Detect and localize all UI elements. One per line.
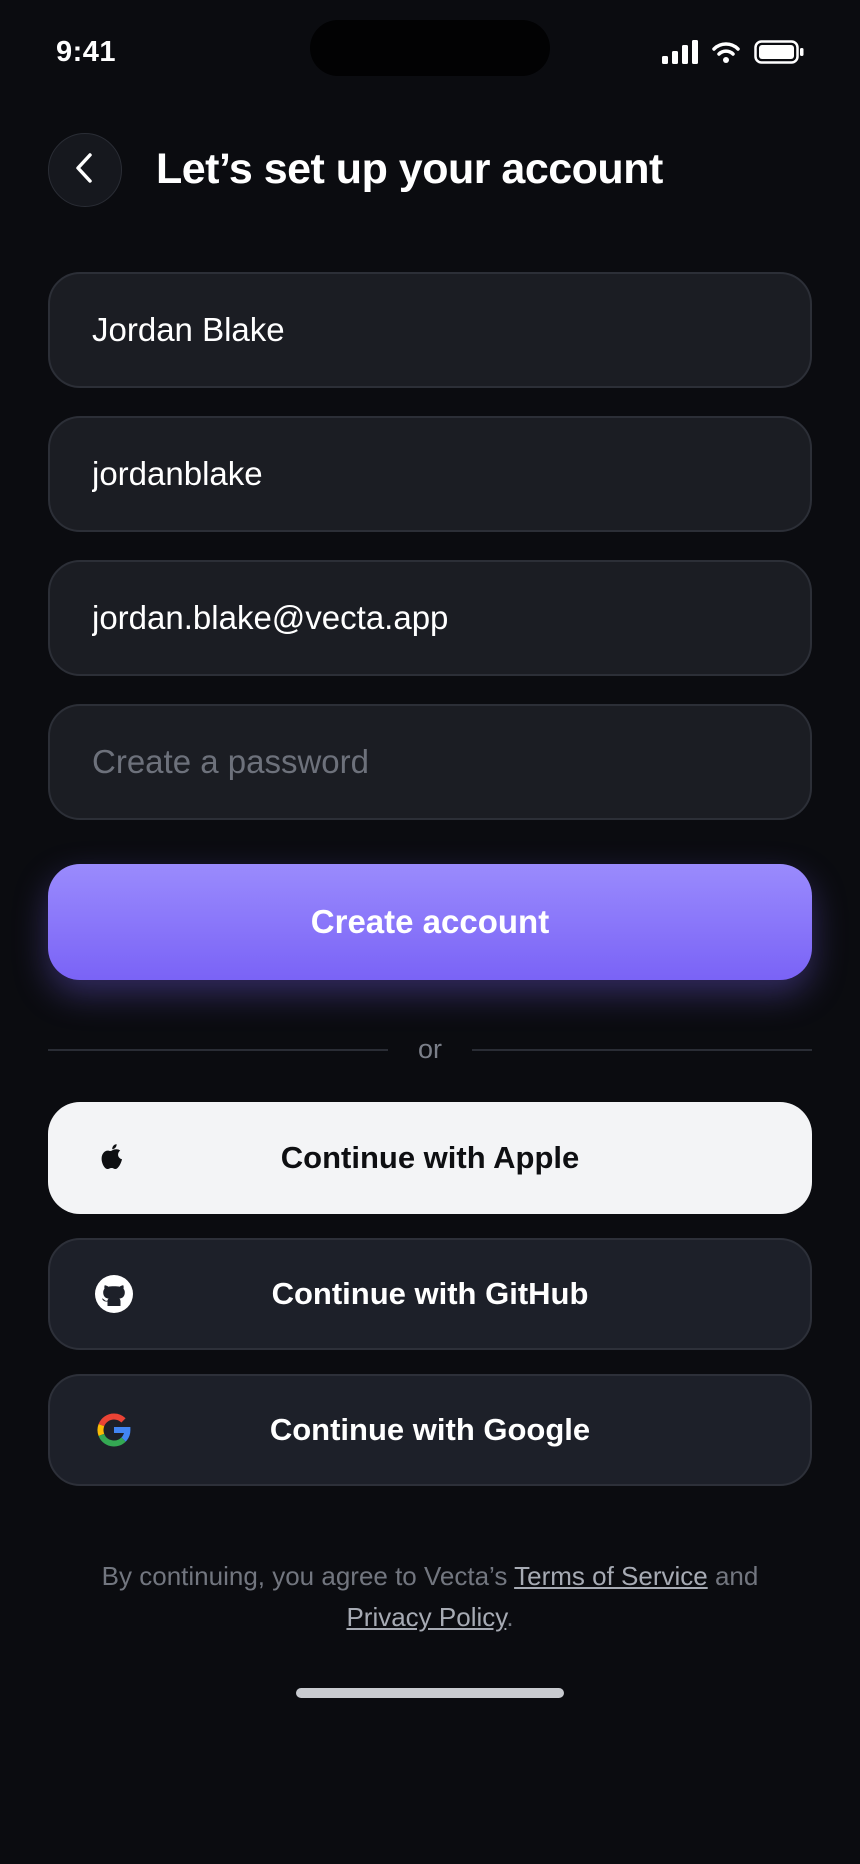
status-time: 9:41 (56, 36, 117, 68)
back-button[interactable] (48, 133, 122, 207)
password-input[interactable] (92, 743, 768, 781)
continue-with-google-button[interactable]: Continue with Google (48, 1374, 812, 1486)
email-input[interactable] (92, 599, 768, 637)
email-field[interactable] (48, 560, 812, 676)
or-divider: or (48, 1030, 812, 1070)
home-indicator (296, 1688, 564, 1698)
battery-icon (754, 40, 804, 69)
create-account-button[interactable]: Create account (48, 864, 812, 980)
status-icons (662, 40, 804, 69)
full-name-field[interactable] (48, 272, 812, 388)
privacy-policy-link[interactable]: Privacy Policy (346, 1602, 506, 1632)
legal-prefix: By continuing, you agree to Vecta’s (101, 1561, 515, 1591)
continue-with-apple-button[interactable]: Continue with Apple (48, 1102, 812, 1214)
header: Let’s set up your account (48, 133, 812, 209)
apple-button-label: Continue with Apple (280, 1140, 580, 1175)
terms-of-service-link[interactable]: Terms of Service (514, 1561, 708, 1591)
legal-and: and (707, 1561, 759, 1591)
github-icon (92, 1272, 136, 1316)
back-chevron-icon (71, 151, 99, 190)
divider-label: or (417, 1034, 442, 1064)
continue-with-github-button[interactable]: Continue with GitHub (48, 1238, 812, 1350)
legal-suffix: . (506, 1602, 514, 1632)
dynamic-island (310, 20, 550, 76)
google-button-label: Continue with Google (269, 1412, 591, 1447)
apple-icon (90, 1136, 134, 1180)
google-icon (92, 1408, 136, 1452)
full-name-input[interactable] (92, 311, 768, 349)
legal-notice: By continuing, you agree to Vecta’s Term… (60, 1556, 800, 1638)
username-input[interactable] (92, 455, 768, 493)
password-field[interactable] (48, 704, 812, 820)
signal-icon (662, 40, 698, 69)
page-title: Let’s set up your account (156, 145, 663, 193)
username-field[interactable] (48, 416, 812, 532)
status-bar: 9:41 (0, 0, 860, 110)
github-button-label: Continue with GitHub (271, 1276, 589, 1311)
wifi-icon (712, 41, 740, 68)
